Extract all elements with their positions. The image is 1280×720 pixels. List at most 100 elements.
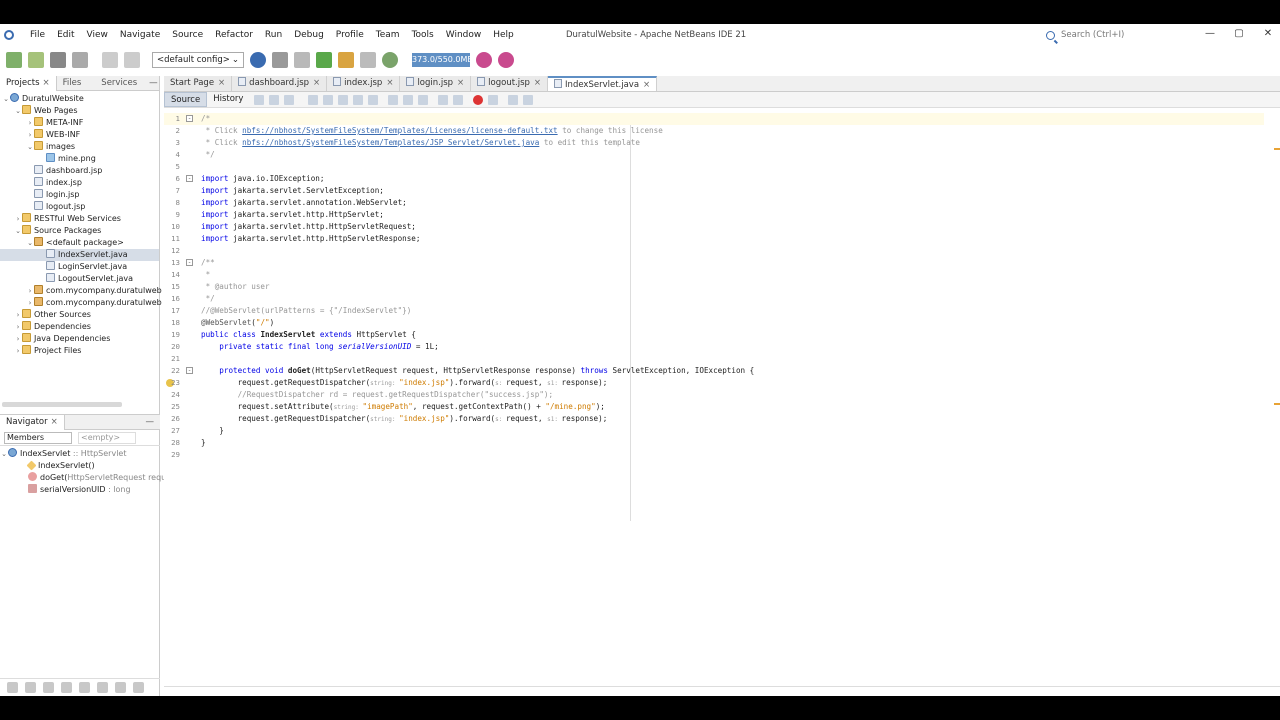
filter-icon[interactable]	[115, 682, 126, 693]
tab-navigator[interactable]: Navigator ×	[0, 414, 65, 430]
new-project-icon[interactable]	[28, 52, 44, 68]
code-line[interactable]: 18 @WebServlet("/")	[164, 317, 1264, 329]
menu-navigate[interactable]: Navigate	[114, 30, 166, 40]
tab-source[interactable]: Source	[164, 92, 208, 107]
close-icon[interactable]: ×	[643, 80, 650, 90]
menu-team[interactable]: Team	[370, 30, 406, 40]
shift-left-icon[interactable]	[438, 94, 449, 105]
chevron-right-icon[interactable]: ›	[14, 321, 22, 333]
tree-node[interactable]: dashboard.jsp	[0, 165, 159, 177]
close-icon[interactable]: ×	[51, 417, 58, 427]
close-icon[interactable]: ×	[386, 78, 393, 88]
chevron-right-icon[interactable]: ›	[14, 345, 22, 357]
close-icon[interactable]: ×	[457, 78, 464, 88]
tree-node[interactable]: ⌄ DuratulWebsite	[0, 93, 159, 105]
stop-macro-icon[interactable]	[488, 94, 499, 105]
code-line[interactable]: 29	[164, 449, 1264, 461]
code-line[interactable]: 8 import jakarta.servlet.annotation.WebSe…	[164, 197, 1264, 209]
close-icon[interactable]: ×	[218, 78, 225, 88]
code-line[interactable]: 11 import jakarta.servlet.http.HttpServle…	[164, 233, 1264, 245]
code-line[interactable]: 9 import jakarta.servlet.http.HttpServlet…	[164, 209, 1264, 221]
chevron-down-icon[interactable]: ⌄	[14, 225, 22, 237]
tree-node[interactable]: ⌄ Source Packages	[0, 225, 159, 237]
chevron-down-icon[interactable]: ⌄	[2, 93, 10, 105]
tree-node[interactable]: IndexServlet.java	[0, 249, 159, 261]
navigator-member[interactable]: serialVersionUID : long	[0, 484, 160, 496]
code-line[interactable]: 22- protected void doGet(HttpServletRequ…	[164, 365, 1264, 377]
tree-node[interactable]: mine.png	[0, 153, 159, 165]
filter-icon[interactable]	[7, 682, 18, 693]
tab-files[interactable]: Files	[57, 76, 88, 91]
menu-source[interactable]: Source	[166, 30, 209, 40]
chevron-right-icon[interactable]: ›	[14, 309, 22, 321]
code-line[interactable]: 4 */	[164, 149, 1264, 161]
tree-node[interactable]: index.jsp	[0, 177, 159, 189]
find-next-icon[interactable]	[338, 94, 349, 105]
code-line[interactable]: 13- /**	[164, 257, 1264, 269]
save-all-icon[interactable]	[72, 52, 88, 68]
editor-tab[interactable]: IndexServlet.java ×	[548, 76, 658, 91]
chevron-right-icon[interactable]: ›	[14, 213, 22, 225]
error-stripe-marker[interactable]	[1274, 403, 1280, 405]
debug-icon[interactable]	[338, 52, 354, 68]
menu-edit[interactable]: Edit	[51, 30, 80, 40]
code-line[interactable]: 12	[164, 245, 1264, 257]
error-stripe-marker[interactable]	[1274, 148, 1280, 150]
code-line[interactable]: 23 request.getRequestDispatcher(string: …	[164, 377, 1264, 389]
menu-help[interactable]: Help	[487, 30, 520, 40]
code-line[interactable]: 6- import java.io.IOException;	[164, 173, 1264, 185]
tree-node[interactable]: › com.mycompany.duratulweb	[0, 297, 162, 309]
close-icon[interactable]: ×	[534, 78, 541, 88]
run-options-icon[interactable]	[382, 52, 398, 68]
tree-node[interactable]: › com.mycompany.duratulweb	[0, 285, 162, 297]
filter-icon[interactable]	[61, 682, 72, 693]
toggle-highlight-icon[interactable]	[353, 94, 364, 105]
code-line[interactable]: 24 //RequestDispatcher rd = request.getR…	[164, 389, 1264, 401]
code-line[interactable]: 28}	[164, 437, 1264, 449]
config-select[interactable]: <default config> ⌄	[152, 52, 244, 68]
tree-node[interactable]: › Other Sources	[0, 309, 159, 321]
tree-node[interactable]: ⌄ Web Pages	[0, 105, 159, 117]
close-icon[interactable]: ×	[43, 78, 50, 88]
tree-node[interactable]: › Java Dependencies	[0, 333, 159, 345]
search-box[interactable]: Search (Ctrl+I)	[1046, 28, 1192, 42]
code-line[interactable]: 1- /*	[164, 113, 1264, 125]
tab-history[interactable]: History	[207, 92, 249, 107]
tree-node[interactable]: › META-INF	[0, 117, 159, 129]
forward-icon[interactable]	[269, 94, 280, 105]
filter-icon[interactable]	[25, 682, 36, 693]
code-line[interactable]: 10 import jakarta.servlet.http.HttpServle…	[164, 221, 1264, 233]
tree-node[interactable]: login.jsp	[0, 189, 159, 201]
tab-projects[interactable]: Projects ×	[0, 75, 57, 91]
code-line[interactable]: 16 */	[164, 293, 1264, 305]
menu-refactor[interactable]: Refactor	[209, 30, 259, 40]
menu-profile[interactable]: Profile	[330, 30, 370, 40]
chevron-right-icon[interactable]: ›	[26, 285, 34, 297]
fold-toggle-icon[interactable]: -	[186, 115, 193, 122]
chevron-down-icon[interactable]: ⌄	[0, 448, 8, 460]
code-line[interactable]: 15 * @author user	[164, 281, 1264, 293]
tree-node[interactable]: › Project Files	[0, 345, 159, 357]
tree-node[interactable]: ⌄ images	[0, 141, 159, 153]
fold-toggle-icon[interactable]: -	[186, 259, 193, 266]
menu-debug[interactable]: Debug	[288, 30, 330, 40]
profiler-icon[interactable]	[498, 52, 514, 68]
code-line[interactable]: 14 *	[164, 269, 1264, 281]
code-line[interactable]: 27 }	[164, 425, 1264, 437]
new-file-icon[interactable]	[6, 52, 22, 68]
comment-icon[interactable]	[508, 94, 519, 105]
menu-run[interactable]: Run	[259, 30, 288, 40]
find-icon[interactable]	[308, 94, 319, 105]
find-previous-icon[interactable]	[323, 94, 334, 105]
open-project-icon[interactable]	[50, 52, 66, 68]
shift-right-icon[interactable]	[453, 94, 464, 105]
search-input[interactable]: Search (Ctrl+I)	[1061, 30, 1124, 40]
chevron-right-icon[interactable]: ›	[26, 297, 34, 309]
chevron-right-icon[interactable]: ›	[26, 129, 34, 141]
close-icon[interactable]: ×	[313, 78, 320, 88]
run-icon[interactable]	[316, 52, 332, 68]
filter-select[interactable]: <empty>	[78, 431, 136, 444]
back-icon[interactable]	[254, 94, 265, 105]
tree-node[interactable]: LoginServlet.java	[0, 261, 159, 273]
chevron-down-icon[interactable]: ⌄	[26, 141, 34, 153]
